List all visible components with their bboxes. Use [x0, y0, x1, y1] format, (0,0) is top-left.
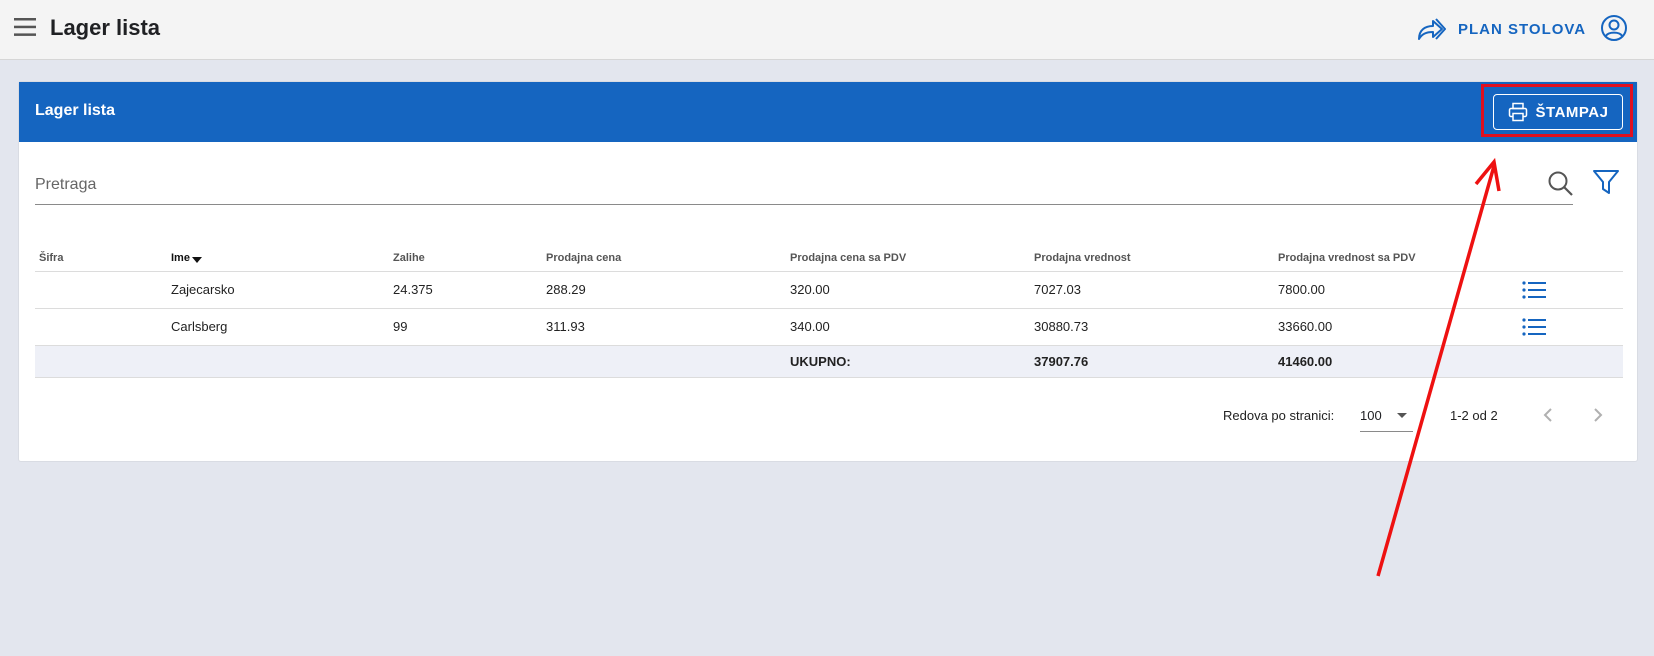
rows-per-page-value: 100: [1360, 408, 1382, 423]
print-button-label: ŠTAMPAJ: [1535, 103, 1609, 121]
plan-stolova-label: PLAN STOLOVA: [1458, 20, 1587, 38]
share-arrow-icon: [1418, 18, 1446, 40]
column-header-sifra[interactable]: Šifra: [35, 245, 167, 272]
cell-ime: Carlsberg: [167, 308, 389, 346]
cell-prodajna-vrednost: 30880.73: [1030, 308, 1274, 346]
search-input[interactable]: [35, 167, 1455, 203]
menu-icon[interactable]: [14, 17, 36, 37]
column-header-prodajna-vrednost[interactable]: Prodajna vrednost: [1030, 245, 1274, 272]
cell-prodajna-cena: 288.29: [542, 271, 786, 309]
list-icon[interactable]: [1522, 280, 1546, 300]
column-header-prodajna-cena-pdv[interactable]: Prodajna cena sa PDV: [786, 245, 1030, 272]
table-row[interactable]: Carlsberg 99 311.93 340.00 30880.73 3366…: [35, 308, 1623, 346]
total-prodajna-vrednost: 37907.76: [1030, 345, 1274, 378]
sort-down-icon: [191, 256, 202, 263]
cell-sifra: [35, 308, 167, 346]
card-header: Lager lista ŠTAMPAJ: [19, 82, 1637, 142]
total-label: UKUPNO:: [786, 345, 1030, 378]
rows-per-page-label: Redova po stranici:: [1223, 408, 1335, 423]
column-header-ime[interactable]: Ime: [167, 245, 389, 272]
table-row[interactable]: Zajecarsko 24.375 288.29 320.00 7027.03 …: [35, 271, 1623, 309]
chevron-left-icon[interactable]: [1538, 405, 1558, 425]
cell-prodajna-vrednost: 7027.03: [1030, 271, 1274, 309]
printer-icon: [1508, 102, 1527, 122]
print-button[interactable]: ŠTAMPAJ: [1493, 94, 1623, 130]
cell-sifra: [35, 271, 167, 309]
cell-prodajna-cena-pdv: 320.00: [786, 271, 1030, 309]
list-icon[interactable]: [1522, 317, 1546, 337]
rows-per-page-select[interactable]: 100: [1360, 400, 1413, 432]
search-field: [35, 167, 1573, 205]
top-bar: Lager lista PLAN STOLOVA: [0, 0, 1654, 60]
cell-zalihe: 24.375: [389, 271, 542, 309]
card-title: Lager lista: [35, 102, 116, 119]
plan-stolova-button[interactable]: PLAN STOLOVA: [1416, 14, 1586, 44]
cell-actions: [1518, 271, 1623, 309]
filter-icon[interactable]: [1591, 167, 1621, 197]
chevron-down-icon: [1397, 413, 1407, 418]
cell-zalihe: 99: [389, 308, 542, 346]
inventory-table: Šifra Ime Zalihe Prodajna cena Prodajna …: [35, 245, 1623, 378]
table-header-row: Šifra Ime Zalihe Prodajna cena Prodajna …: [35, 245, 1623, 272]
cell-prodajna-cena-pdv: 340.00: [786, 308, 1030, 346]
user-icon[interactable]: [1600, 14, 1628, 42]
cell-prodajna-vrednost-pdv: 7800.00: [1274, 271, 1518, 309]
search-icon[interactable]: [1547, 170, 1575, 198]
column-header-prodajna-vrednost-pdv[interactable]: Prodajna vrednost sa PDV: [1274, 245, 1518, 272]
column-header-actions: [1518, 245, 1623, 272]
page-title: Lager lista: [50, 15, 161, 40]
cell-prodajna-vrednost-pdv: 33660.00: [1274, 308, 1518, 346]
total-prodajna-vrednost-pdv: 41460.00: [1274, 345, 1518, 378]
column-header-zalihe[interactable]: Zalihe: [389, 245, 542, 272]
chevron-right-icon[interactable]: [1588, 405, 1608, 425]
total-row: UKUPNO: 37907.76 41460.00: [35, 345, 1623, 378]
cell-ime: Zajecarsko: [167, 271, 389, 309]
cell-actions: [1518, 308, 1623, 346]
pagination-range: 1-2 od 2: [1450, 408, 1498, 423]
cell-prodajna-cena: 311.93: [542, 308, 786, 346]
column-header-prodajna-cena[interactable]: Prodajna cena: [542, 245, 786, 272]
